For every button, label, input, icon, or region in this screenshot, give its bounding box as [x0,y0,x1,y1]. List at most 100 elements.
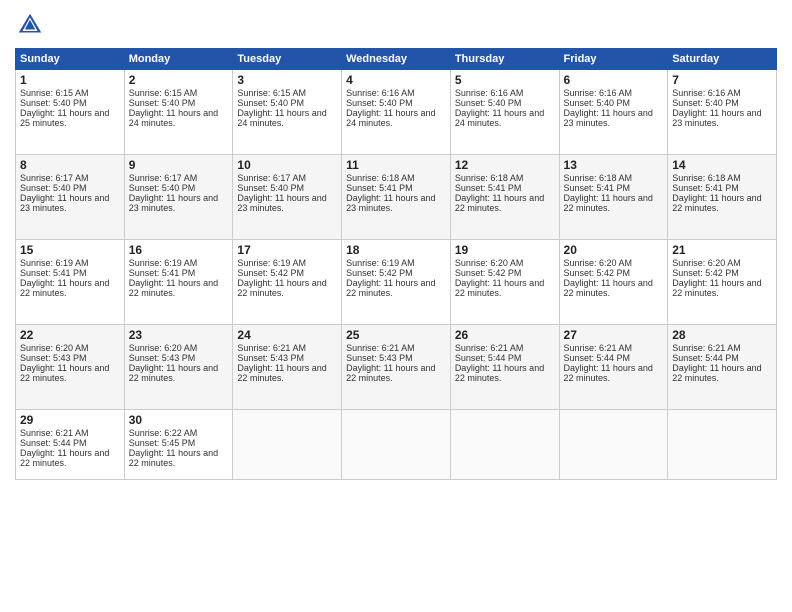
table-row: 16 Sunrise: 6:19 AM Sunset: 5:41 PM Dayl… [124,240,233,325]
table-row: 6 Sunrise: 6:16 AM Sunset: 5:40 PM Dayli… [559,70,668,155]
sunset: Sunset: 5:45 PM [129,438,229,448]
day-number: 10 [237,158,337,172]
day-number: 30 [129,413,229,427]
table-row: 29 Sunrise: 6:21 AM Sunset: 5:44 PM Dayl… [16,410,125,480]
sunrise: Sunrise: 6:20 AM [672,258,772,268]
sunset: Sunset: 5:44 PM [20,438,120,448]
sunrise: Sunrise: 6:15 AM [237,88,337,98]
sunrise: Sunrise: 6:17 AM [129,173,229,183]
empty-cell [233,410,342,480]
sunset: Sunset: 5:42 PM [346,268,446,278]
sunset: Sunset: 5:43 PM [237,353,337,363]
calendar: Sunday Monday Tuesday Wednesday Thursday… [15,48,777,480]
sunrise: Sunrise: 6:21 AM [455,343,555,353]
sunset: Sunset: 5:42 PM [237,268,337,278]
sunrise: Sunrise: 6:21 AM [20,428,120,438]
logo [15,10,49,40]
table-row: 27 Sunrise: 6:21 AM Sunset: 5:44 PM Dayl… [559,325,668,410]
sunset: Sunset: 5:40 PM [129,98,229,108]
sunrise: Sunrise: 6:21 AM [564,343,664,353]
table-row: 10 Sunrise: 6:17 AM Sunset: 5:40 PM Dayl… [233,155,342,240]
sunset: Sunset: 5:40 PM [564,98,664,108]
daylight: Daylight: 11 hours and 22 minutes. [455,278,555,298]
day-number: 18 [346,243,446,257]
week-row: 15 Sunrise: 6:19 AM Sunset: 5:41 PM Dayl… [16,240,777,325]
col-tuesday: Tuesday [233,49,342,70]
table-row: 14 Sunrise: 6:18 AM Sunset: 5:41 PM Dayl… [668,155,777,240]
table-row: 25 Sunrise: 6:21 AM Sunset: 5:43 PM Dayl… [342,325,451,410]
daylight: Daylight: 11 hours and 22 minutes. [20,448,120,468]
empty-cell [450,410,559,480]
col-sunday: Sunday [16,49,125,70]
daylight: Daylight: 11 hours and 22 minutes. [129,448,229,468]
day-number: 7 [672,73,772,87]
daylight: Daylight: 11 hours and 22 minutes. [20,363,120,383]
day-number: 20 [564,243,664,257]
day-number: 5 [455,73,555,87]
sunset: Sunset: 5:41 PM [20,268,120,278]
daylight: Daylight: 11 hours and 23 minutes. [237,193,337,213]
sunset: Sunset: 5:42 PM [564,268,664,278]
sunset: Sunset: 5:44 PM [564,353,664,363]
table-row: 22 Sunrise: 6:20 AM Sunset: 5:43 PM Dayl… [16,325,125,410]
sunrise: Sunrise: 6:17 AM [20,173,120,183]
daylight: Daylight: 11 hours and 22 minutes. [672,363,772,383]
sunset: Sunset: 5:40 PM [346,98,446,108]
sunset: Sunset: 5:41 PM [346,183,446,193]
daylight: Daylight: 11 hours and 24 minutes. [129,108,229,128]
day-number: 29 [20,413,120,427]
day-number: 14 [672,158,772,172]
table-row: 23 Sunrise: 6:20 AM Sunset: 5:43 PM Dayl… [124,325,233,410]
header [15,10,777,40]
table-row: 20 Sunrise: 6:20 AM Sunset: 5:42 PM Dayl… [559,240,668,325]
sunrise: Sunrise: 6:18 AM [455,173,555,183]
col-saturday: Saturday [668,49,777,70]
table-row: 28 Sunrise: 6:21 AM Sunset: 5:44 PM Dayl… [668,325,777,410]
sunrise: Sunrise: 6:22 AM [129,428,229,438]
sunrise: Sunrise: 6:16 AM [455,88,555,98]
sunset: Sunset: 5:40 PM [672,98,772,108]
day-number: 21 [672,243,772,257]
sunrise: Sunrise: 6:18 AM [672,173,772,183]
sunrise: Sunrise: 6:20 AM [455,258,555,268]
table-row: 24 Sunrise: 6:21 AM Sunset: 5:43 PM Dayl… [233,325,342,410]
sunrise: Sunrise: 6:20 AM [564,258,664,268]
sunset: Sunset: 5:44 PM [672,353,772,363]
day-number: 25 [346,328,446,342]
day-number: 8 [20,158,120,172]
sunset: Sunset: 5:44 PM [455,353,555,363]
table-row: 15 Sunrise: 6:19 AM Sunset: 5:41 PM Dayl… [16,240,125,325]
sunset: Sunset: 5:42 PM [672,268,772,278]
daylight: Daylight: 11 hours and 24 minutes. [237,108,337,128]
day-number: 13 [564,158,664,172]
sunrise: Sunrise: 6:17 AM [237,173,337,183]
sunset: Sunset: 5:40 PM [129,183,229,193]
daylight: Daylight: 11 hours and 22 minutes. [346,363,446,383]
day-number: 23 [129,328,229,342]
daylight: Daylight: 11 hours and 23 minutes. [129,193,229,213]
sunset: Sunset: 5:40 PM [455,98,555,108]
sunset: Sunset: 5:40 PM [237,98,337,108]
table-row: 19 Sunrise: 6:20 AM Sunset: 5:42 PM Dayl… [450,240,559,325]
sunset: Sunset: 5:42 PM [455,268,555,278]
table-row: 18 Sunrise: 6:19 AM Sunset: 5:42 PM Dayl… [342,240,451,325]
day-number: 11 [346,158,446,172]
daylight: Daylight: 11 hours and 22 minutes. [237,363,337,383]
table-row: 30 Sunrise: 6:22 AM Sunset: 5:45 PM Dayl… [124,410,233,480]
sunset: Sunset: 5:40 PM [20,98,120,108]
week-row: 22 Sunrise: 6:20 AM Sunset: 5:43 PM Dayl… [16,325,777,410]
daylight: Daylight: 11 hours and 22 minutes. [129,363,229,383]
col-wednesday: Wednesday [342,49,451,70]
daylight: Daylight: 11 hours and 22 minutes. [564,193,664,213]
sunrise: Sunrise: 6:18 AM [346,173,446,183]
sunrise: Sunrise: 6:20 AM [129,343,229,353]
table-row: 8 Sunrise: 6:17 AM Sunset: 5:40 PM Dayli… [16,155,125,240]
table-row: 11 Sunrise: 6:18 AM Sunset: 5:41 PM Dayl… [342,155,451,240]
day-number: 22 [20,328,120,342]
table-row: 12 Sunrise: 6:18 AM Sunset: 5:41 PM Dayl… [450,155,559,240]
week-row: 1 Sunrise: 6:15 AM Sunset: 5:40 PM Dayli… [16,70,777,155]
page: Sunday Monday Tuesday Wednesday Thursday… [0,0,792,612]
daylight: Daylight: 11 hours and 22 minutes. [672,278,772,298]
table-row: 2 Sunrise: 6:15 AM Sunset: 5:40 PM Dayli… [124,70,233,155]
sunset: Sunset: 5:43 PM [346,353,446,363]
